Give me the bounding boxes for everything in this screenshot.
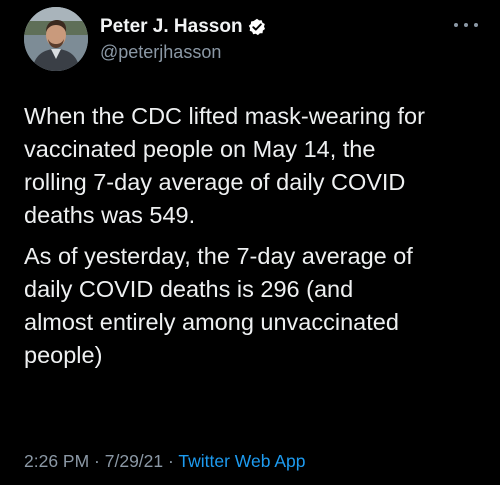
more-dot — [454, 23, 458, 27]
more-dot — [474, 23, 478, 27]
tweet-meta: 2:26 PM · 7/29/21 · Twitter Web App — [24, 451, 306, 472]
avatar[interactable] — [24, 7, 88, 71]
tweet-paragraph-1: When the CDC lifted mask-wearing for vac… — [24, 103, 425, 228]
author-names: Peter J. Hasson @peterjhasson — [100, 15, 266, 63]
more-options-icon[interactable] — [454, 16, 478, 34]
meta-separator: · — [89, 451, 105, 471]
tweet-text: When the CDC lifted mask-wearing for vac… — [24, 100, 486, 372]
tweet-source-link[interactable]: Twitter Web App — [178, 451, 305, 471]
profile-photo-icon — [24, 7, 88, 71]
name-row: Peter J. Hasson — [100, 15, 266, 39]
tweet-paragraph-2: As of yesterday, the 7-day average of da… — [24, 243, 413, 368]
display-name[interactable]: Peter J. Hasson — [100, 16, 243, 38]
meta-separator: · — [163, 451, 179, 471]
tweet-header: Peter J. Hasson @peterjhasson — [24, 6, 266, 72]
verified-badge-icon — [248, 18, 266, 36]
author-handle[interactable]: @peterjhasson — [100, 42, 266, 63]
tweet-card: Peter J. Hasson @peterjhasson When the C… — [0, 0, 500, 485]
tweet-time[interactable]: 2:26 PM — [24, 451, 89, 471]
more-dot — [464, 23, 468, 27]
tweet-date[interactable]: 7/29/21 — [105, 451, 163, 471]
